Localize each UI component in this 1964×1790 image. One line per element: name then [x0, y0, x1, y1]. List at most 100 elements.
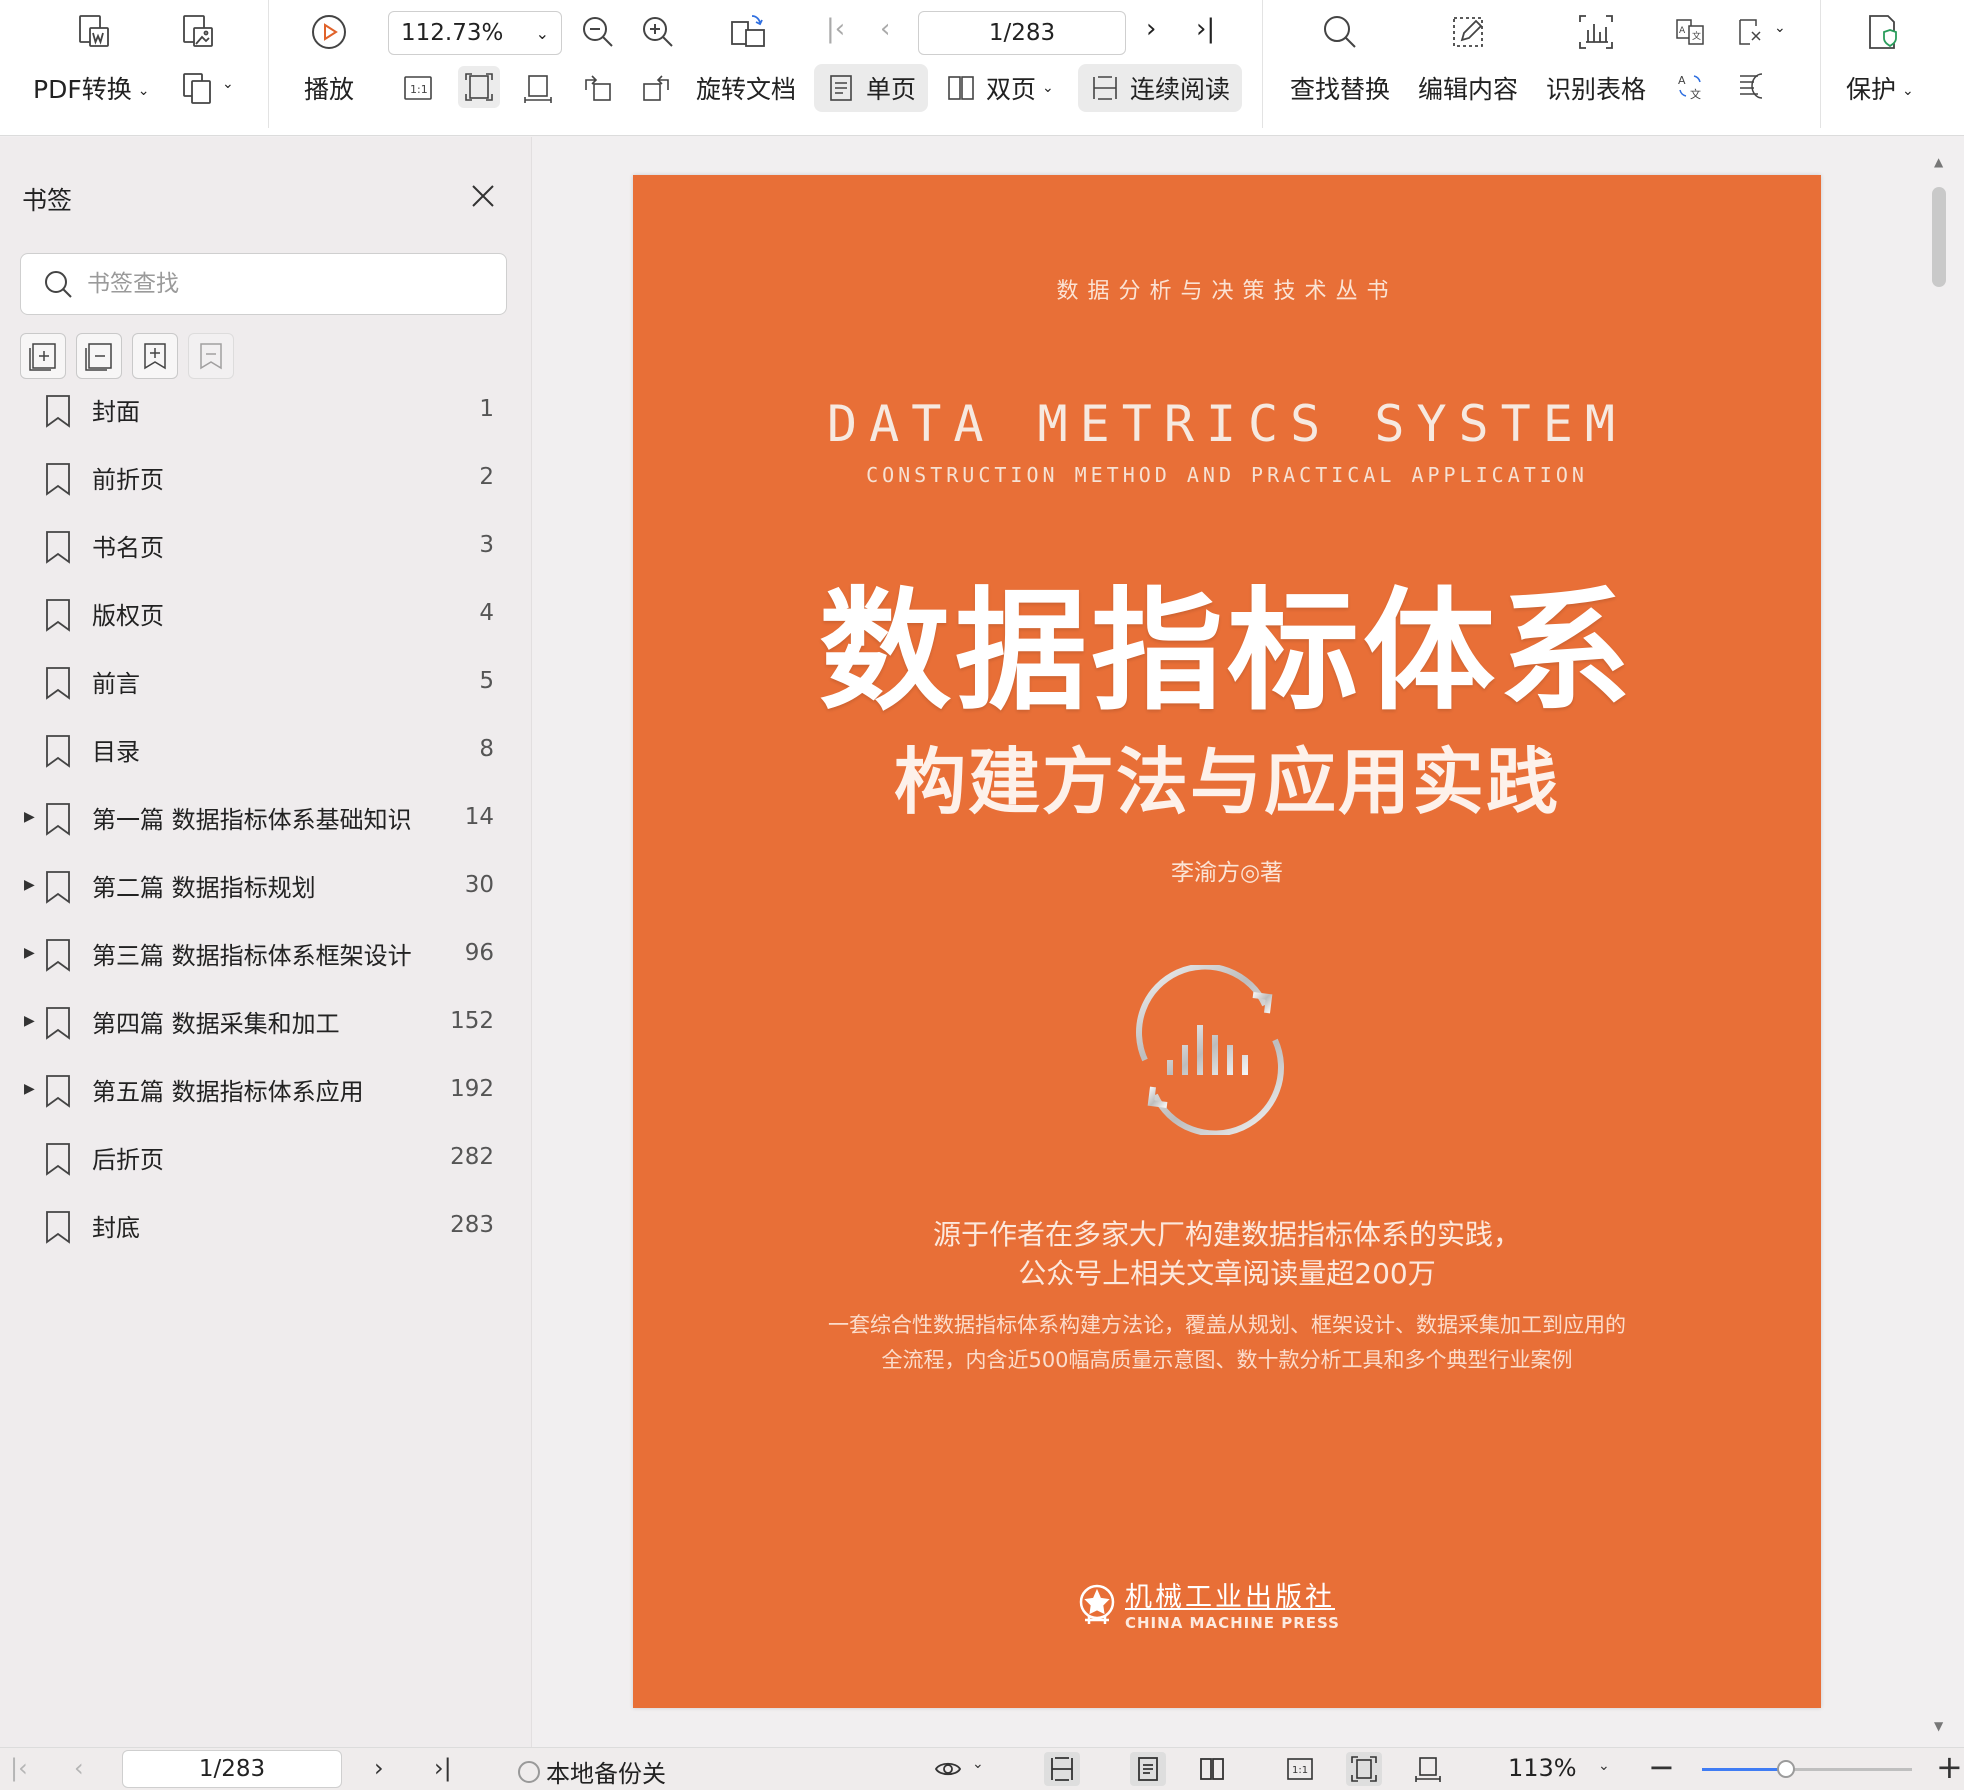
- actual-size-icon[interactable]: 1:1: [1282, 1752, 1318, 1786]
- prev-page-icon[interactable]: ‹: [74, 1754, 84, 1782]
- expand-arrow-icon[interactable]: ▶: [24, 1081, 35, 1097]
- expand-arrow-icon[interactable]: ▶: [24, 1013, 35, 1029]
- zoom-in-button[interactable]: +: [1936, 1748, 1963, 1786]
- edit-content-icon[interactable]: [1448, 12, 1488, 52]
- rotate-left-icon[interactable]: [580, 70, 616, 106]
- vertical-scrollbar[interactable]: ▲ ▼: [1920, 137, 1964, 1747]
- first-page-icon[interactable]: |‹: [826, 14, 845, 44]
- bookmark-item[interactable]: 封面 1: [0, 375, 532, 443]
- bookmark-item[interactable]: 版权页 4: [0, 579, 532, 647]
- protect-menu[interactable]: 保护 ⌄: [1846, 70, 1914, 106]
- bookmark-icon: [46, 1075, 70, 1108]
- bookmark-search[interactable]: [20, 253, 507, 315]
- svg-text:A: A: [1678, 74, 1686, 87]
- tagline-line-1: 源于作者在多家大厂构建数据指标体系的实践，: [932, 1218, 1521, 1251]
- bookmark-item[interactable]: 前折页 2: [0, 443, 532, 511]
- copy-pages-icon[interactable]: [178, 68, 218, 108]
- page-number-input[interactable]: 1/283: [918, 11, 1126, 55]
- bookmark-item[interactable]: ▶ 第三篇 数据指标体系框架设计 96: [0, 919, 532, 987]
- rotate-document-button[interactable]: 旋转文档: [696, 70, 796, 106]
- add-bookmark-icon[interactable]: [132, 333, 178, 379]
- eye-chevron-icon[interactable]: ⌄: [972, 1756, 984, 1772]
- bookmark-page-number: 192: [450, 1076, 494, 1102]
- bookmark-page-number: 14: [464, 804, 494, 830]
- pdf-convert-menu[interactable]: PDF转换 ⌄: [33, 70, 149, 106]
- pdf-to-word-icon[interactable]: [74, 12, 114, 52]
- bookmark-item[interactable]: ▶ 第一篇 数据指标体系基础知识 14: [0, 783, 532, 851]
- play-button[interactable]: 播放: [304, 70, 354, 106]
- scroll-down-icon[interactable]: ▼: [1934, 1719, 1943, 1733]
- continuous-reading-icon: [1093, 76, 1117, 100]
- bookmark-item[interactable]: ▶ 第二篇 数据指标规划 30: [0, 851, 532, 919]
- fit-page-icon[interactable]: [1346, 1752, 1382, 1786]
- continuous-view-icon[interactable]: [1044, 1752, 1080, 1786]
- single-page-view-icon[interactable]: [1130, 1752, 1166, 1786]
- edit-content-button[interactable]: 编辑内容: [1418, 70, 1518, 106]
- zoom-in-icon[interactable]: [638, 12, 678, 52]
- zoom-out-button[interactable]: −: [1648, 1748, 1675, 1786]
- single-page-button[interactable]: 单页: [814, 64, 929, 112]
- rotate-right-icon[interactable]: [638, 70, 674, 106]
- continuous-reading-button[interactable]: 连续阅读: [1078, 64, 1243, 112]
- next-page-icon[interactable]: ›: [1146, 14, 1156, 44]
- convert-text-icon[interactable]: A文: [1672, 68, 1708, 104]
- copy-pages-chevron-icon[interactable]: ⌄: [222, 76, 234, 92]
- bookmark-label: 书名页: [92, 533, 164, 562]
- document-viewport[interactable]: 数据分析与决策技术丛书 DATA METRICS SYSTEM CONSTRUC…: [533, 137, 1930, 1747]
- bookmark-item[interactable]: ▶ 第五篇 数据指标体系应用 192: [0, 1055, 532, 1123]
- pdf-to-image-icon[interactable]: [178, 12, 218, 52]
- zoom-out-icon[interactable]: [578, 12, 618, 52]
- delete-bookmark-icon[interactable]: [188, 333, 234, 379]
- find-replace-button[interactable]: 查找替换: [1290, 70, 1390, 106]
- fit-page-icon[interactable]: [458, 66, 500, 108]
- expand-all-icon[interactable]: [20, 333, 66, 379]
- zoom-select[interactable]: 112.73% ⌄: [388, 11, 562, 55]
- bookmark-item[interactable]: 目录 8: [0, 715, 532, 783]
- actual-size-icon[interactable]: 1:1: [400, 70, 436, 106]
- scroll-up-icon[interactable]: ▲: [1934, 155, 1943, 169]
- next-page-icon[interactable]: ›: [374, 1754, 384, 1782]
- fit-width-icon[interactable]: [520, 70, 556, 106]
- bookmark-item[interactable]: ▶ 第四篇 数据采集和加工 152: [0, 987, 532, 1055]
- bookmark-item[interactable]: 后折页 282: [0, 1123, 532, 1191]
- layout-icon[interactable]: [1734, 68, 1770, 104]
- shield-icon[interactable]: [1862, 12, 1902, 52]
- bookmark-item[interactable]: 前言 5: [0, 647, 532, 715]
- first-page-icon[interactable]: |‹: [10, 1754, 28, 1782]
- bookmark-page-number: 3: [479, 532, 494, 558]
- eye-icon[interactable]: [930, 1752, 966, 1786]
- bookmark-item[interactable]: 封底 283: [0, 1191, 532, 1259]
- fit-width-icon[interactable]: [1410, 1752, 1446, 1786]
- translate-icon[interactable]: A文: [1672, 14, 1708, 50]
- double-page-button[interactable]: 双页 ⌄: [934, 64, 1066, 112]
- local-backup-toggle[interactable]: 本地备份关: [518, 1754, 666, 1789]
- last-page-icon[interactable]: ›|: [1196, 14, 1215, 44]
- prev-page-icon[interactable]: ‹: [880, 14, 890, 44]
- chevron-down-icon[interactable]: ⌄: [1598, 1758, 1610, 1774]
- recognize-table-icon[interactable]: [1576, 12, 1616, 52]
- compare-icon[interactable]: [1734, 14, 1770, 50]
- recognize-table-button[interactable]: 识别表格: [1546, 70, 1646, 106]
- scrollbar-thumb[interactable]: [1932, 187, 1946, 287]
- rotate-document-icon[interactable]: [728, 12, 768, 52]
- pdf-page: 数据分析与决策技术丛书 DATA METRICS SYSTEM CONSTRUC…: [633, 175, 1821, 1708]
- close-icon[interactable]: [468, 181, 498, 211]
- svg-text:文: 文: [1692, 30, 1701, 42]
- expand-arrow-icon[interactable]: ▶: [24, 877, 35, 893]
- bookmark-item[interactable]: 书名页 3: [0, 511, 532, 579]
- bookmark-search-input[interactable]: [87, 271, 467, 297]
- expand-arrow-icon[interactable]: ▶: [24, 809, 35, 825]
- last-page-icon[interactable]: ›|: [434, 1754, 452, 1782]
- zoom-slider-knob[interactable]: [1777, 1760, 1795, 1778]
- status-page-input[interactable]: 1/283: [122, 1750, 342, 1788]
- bookmark-label: 前折页: [92, 465, 164, 494]
- compare-chevron-icon[interactable]: ⌄: [1774, 20, 1786, 36]
- double-page-view-icon[interactable]: [1194, 1752, 1230, 1786]
- expand-arrow-icon[interactable]: ▶: [24, 945, 35, 961]
- bookmark-icon: [46, 939, 70, 972]
- zoom-slider[interactable]: [1702, 1760, 1912, 1778]
- find-replace-icon[interactable]: [1320, 12, 1360, 52]
- status-zoom-value[interactable]: 113%: [1508, 1754, 1577, 1782]
- play-icon[interactable]: [309, 12, 349, 52]
- collapse-all-icon[interactable]: [76, 333, 122, 379]
